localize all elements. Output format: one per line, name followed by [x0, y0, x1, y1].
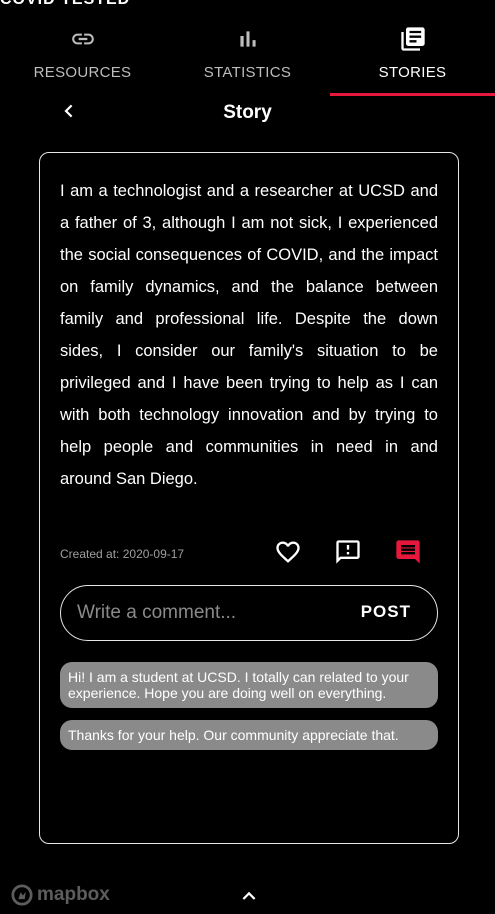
comment-bubble: Thanks for your help. Our community appr…	[60, 720, 438, 750]
comment-list: Hi! I am a student at UCSD. I totally ca…	[60, 662, 438, 762]
chevron-up-icon	[240, 887, 258, 910]
tab-stories[interactable]: STORIES	[330, 16, 495, 96]
tab-statistics[interactable]: STATISTICS	[165, 16, 330, 96]
tab-statistics-label: STATISTICS	[203, 64, 292, 81]
created-value: 2020-09-17	[122, 547, 185, 561]
tab-bar: RESOURCES STATISTICS STORIES	[0, 16, 495, 96]
story-text: I am a technologist and a researcher at …	[60, 182, 438, 488]
mapbox-label: mapbox	[37, 884, 110, 905]
mapbox-icon	[11, 884, 33, 906]
expand-panel-button[interactable]	[239, 888, 259, 908]
comment-bubble: Hi! I am a student at UCSD. I totally ca…	[60, 662, 438, 708]
bar-chart-icon	[234, 25, 262, 53]
created-date: Created at: 2020-09-17	[60, 547, 184, 561]
tab-resources-label: RESOURCES	[33, 64, 132, 81]
library-books-icon	[399, 25, 427, 53]
comment-input[interactable]	[77, 594, 327, 632]
heart-outline-icon	[274, 538, 302, 571]
report-button[interactable]	[332, 538, 364, 570]
comment-form: POST	[60, 585, 438, 641]
page-title: Story	[223, 102, 272, 123]
tab-resources[interactable]: RESOURCES	[0, 16, 165, 96]
created-label: Created at:	[60, 547, 120, 561]
app-title-clipped: COVID TESTED	[0, 0, 130, 9]
mapbox-logo[interactable]: mapbox	[11, 884, 110, 906]
comments-button[interactable]	[392, 538, 424, 570]
tab-stories-label: STORIES	[378, 64, 447, 81]
story-card: I am a technologist and a researcher at …	[39, 152, 459, 844]
like-button[interactable]	[272, 538, 304, 570]
comment-icon	[394, 538, 422, 571]
post-button[interactable]: POST	[361, 602, 411, 622]
feedback-icon	[334, 538, 362, 571]
story-meta-row: Created at: 2020-09-17	[60, 538, 438, 570]
story-header: Story	[0, 96, 495, 130]
link-icon	[69, 25, 97, 53]
